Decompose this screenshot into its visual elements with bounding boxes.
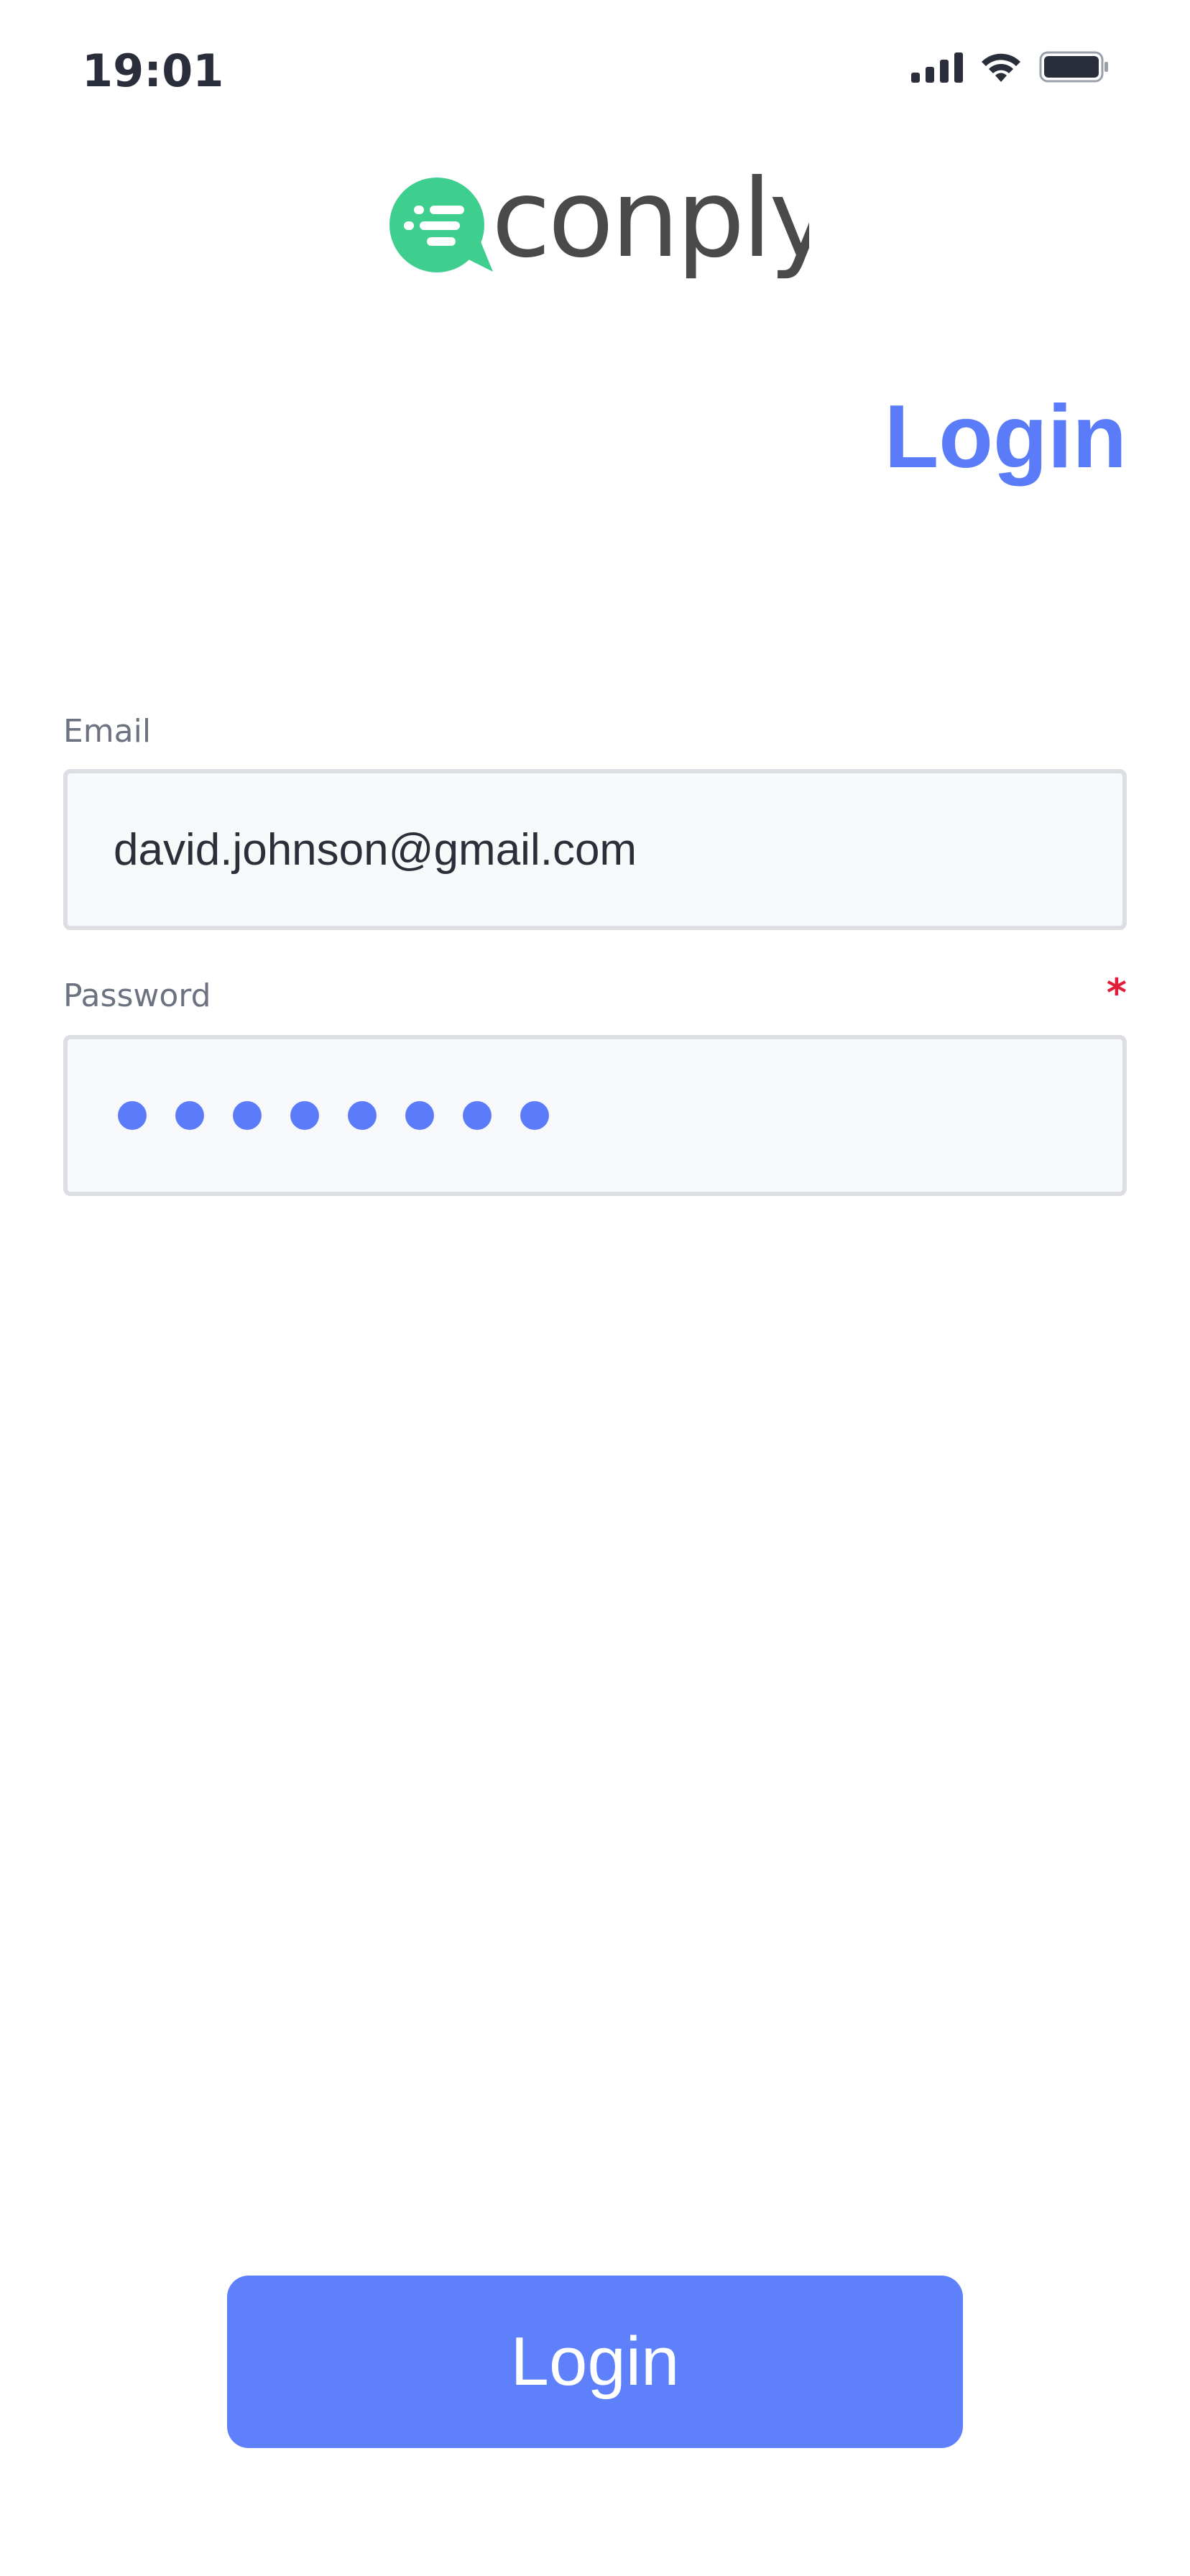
battery-icon (1039, 51, 1108, 83)
email-label: Email (63, 713, 152, 750)
password-label: Password (63, 978, 211, 1014)
login-button[interactable]: Login (227, 2276, 963, 2448)
password-dot (463, 1101, 492, 1130)
conply-logo: conply (389, 164, 809, 282)
status-time: 19:01 (82, 45, 224, 97)
password-dot (405, 1101, 434, 1130)
chat-bubble-logo-icon (389, 178, 493, 272)
status-icons (911, 50, 1110, 83)
password-mask (118, 1039, 549, 1192)
password-dot (290, 1101, 319, 1130)
password-dot (175, 1101, 204, 1130)
password-dot (233, 1101, 262, 1130)
password-dot (520, 1101, 549, 1130)
password-field[interactable] (63, 1035, 1127, 1196)
email-value: david.johnson@gmail.com (114, 824, 637, 875)
email-field[interactable]: david.johnson@gmail.com (63, 769, 1127, 930)
password-dot (348, 1101, 377, 1130)
brand-wordmark: conply (492, 164, 809, 282)
password-dot (118, 1101, 147, 1130)
status-bar: 19:01 (0, 0, 1190, 151)
page-title: Login (884, 387, 1127, 487)
required-mark: * (1106, 970, 1127, 1016)
cellular-signal-icon (911, 51, 963, 83)
wifi-icon (982, 53, 1020, 82)
